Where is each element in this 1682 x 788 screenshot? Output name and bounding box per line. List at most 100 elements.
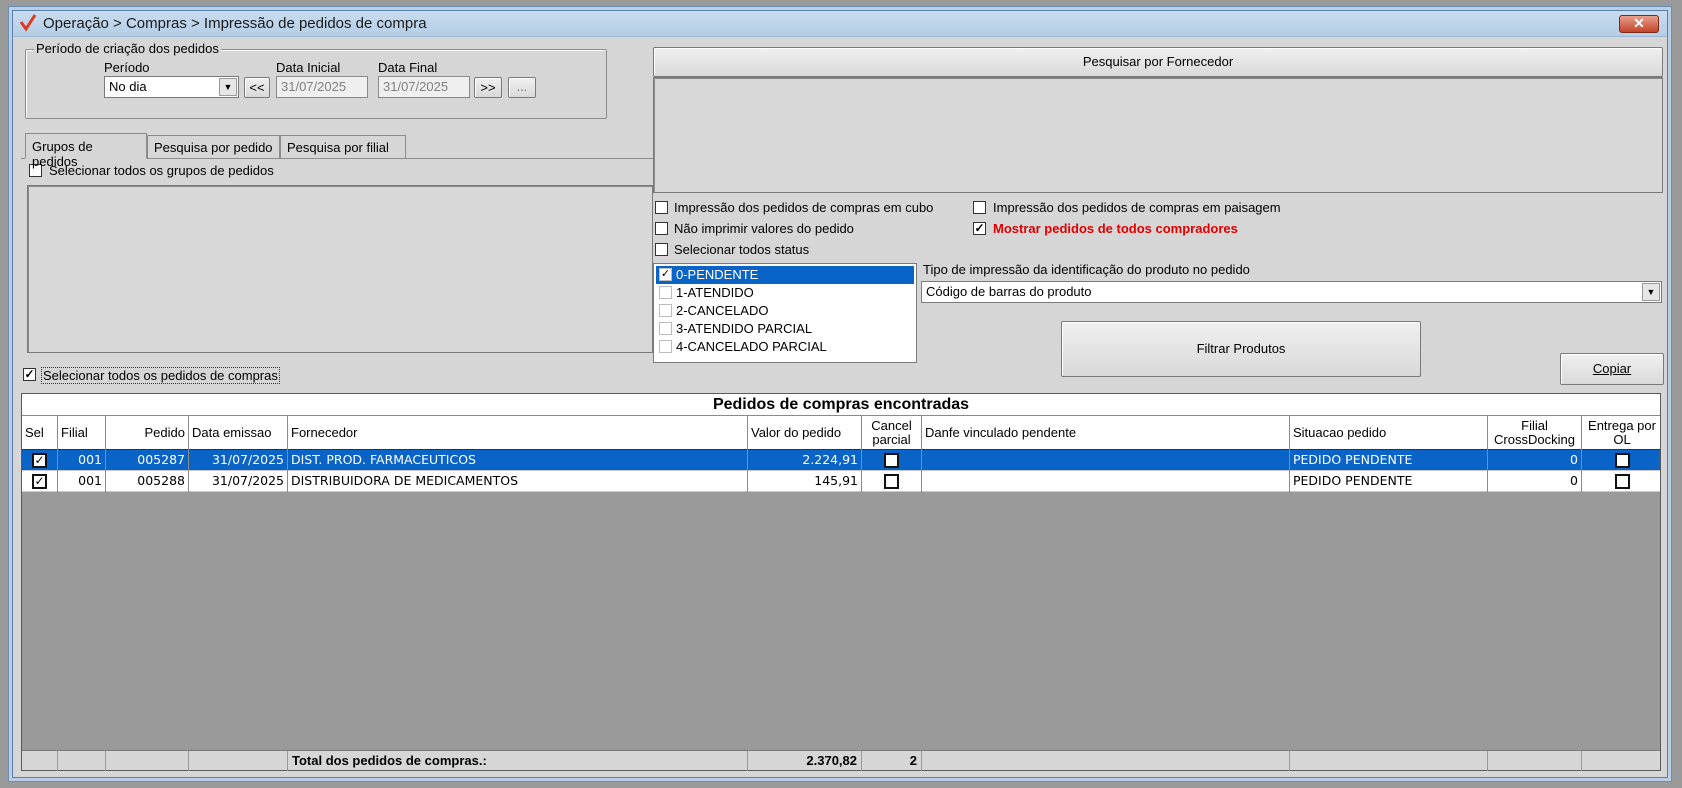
footer-cell bbox=[1488, 751, 1582, 771]
tipo-impressao-label: Tipo de impressão da identificação do pr… bbox=[923, 262, 1250, 277]
row-sel-cell[interactable]: ✓ bbox=[22, 450, 58, 471]
row-cancel-cell[interactable] bbox=[862, 471, 922, 492]
footer-cell bbox=[189, 751, 288, 771]
row-filial: 001 bbox=[58, 450, 106, 471]
status-checkbox[interactable] bbox=[659, 304, 672, 317]
row-valor: 145,91 bbox=[748, 471, 862, 492]
selecionar-status-checkbox[interactable] bbox=[655, 243, 668, 256]
footer-cell bbox=[1290, 751, 1488, 771]
row-danfe bbox=[922, 450, 1290, 471]
row-data: 31/07/2025 bbox=[189, 450, 288, 471]
mostrar-todos-checkbox[interactable]: ✓ bbox=[973, 222, 986, 235]
nao-imprimir-checkbox[interactable] bbox=[655, 222, 668, 235]
app-check-icon bbox=[19, 14, 37, 32]
row-situacao: PEDIDO PENDENTE bbox=[1290, 471, 1488, 492]
status-item-label: 3-ATENDIDO PARCIAL bbox=[676, 321, 813, 336]
row-data: 31/07/2025 bbox=[189, 471, 288, 492]
cubo-label: Impressão dos pedidos de compras em cubo bbox=[674, 200, 934, 215]
row-sel-cell[interactable]: ✓ bbox=[22, 471, 58, 492]
data-inicial-label: Data Inicial bbox=[276, 60, 341, 75]
tab-pesquisa-filial[interactable]: Pesquisa por filial bbox=[280, 135, 406, 159]
pedidos-grid[interactable]: Pedidos de compras encontradas Sel Filia… bbox=[21, 393, 1661, 771]
paisagem-checkbox[interactable] bbox=[973, 201, 986, 214]
col-header-cancel[interactable]: Cancel parcial bbox=[862, 416, 922, 450]
status-item[interactable]: ✓ 0-PENDENTE bbox=[656, 266, 914, 284]
paisagem-label: Impressão dos pedidos de compras em pais… bbox=[993, 200, 1281, 215]
copiar-button[interactable]: Copiar bbox=[1560, 353, 1664, 385]
row-cross: 0 bbox=[1488, 450, 1582, 471]
mostrar-todos-label: Mostrar pedidos de todos compradores bbox=[993, 221, 1238, 236]
select-all-pedidos-checkbox[interactable]: ✓ bbox=[23, 368, 36, 381]
tab-grupos-pedidos[interactable]: Grupos de pedidos bbox=[25, 133, 147, 169]
status-item-label: 2-CANCELADO bbox=[676, 303, 769, 318]
table-row[interactable]: ✓ 001 005288 31/07/2025 DISTRIBUIDORA DE… bbox=[22, 471, 1660, 492]
footer-cell bbox=[22, 751, 58, 771]
status-item-label: 1-ATENDIDO bbox=[676, 285, 754, 300]
row-danfe bbox=[922, 471, 1290, 492]
tipo-impressao-select[interactable]: Código de barras do produto ▼ bbox=[921, 281, 1662, 303]
fornecedor-list[interactable] bbox=[653, 77, 1663, 193]
status-checkbox[interactable] bbox=[659, 286, 672, 299]
next-period-button[interactable]: >> bbox=[474, 77, 502, 98]
row-entrega-checkbox[interactable] bbox=[1614, 474, 1630, 489]
select-all-grupos-label: Selecionar todos os grupos de pedidos bbox=[49, 163, 274, 178]
close-button[interactable]: ✕ bbox=[1619, 15, 1659, 33]
row-pedido: 005288 bbox=[106, 471, 189, 492]
col-header-situacao[interactable]: Situacao pedido bbox=[1290, 416, 1488, 450]
cubo-checkbox[interactable] bbox=[655, 201, 668, 214]
footer-cell bbox=[58, 751, 106, 771]
col-header-filial[interactable]: Filial bbox=[58, 416, 106, 450]
row-fornecedor: DIST. PROD. FARMACEUTICOS bbox=[288, 450, 748, 471]
status-item[interactable]: 4-CANCELADO PARCIAL bbox=[656, 338, 914, 356]
col-header-pedido[interactable]: Pedido bbox=[106, 416, 189, 450]
table-row[interactable]: ✓ 001 005287 31/07/2025 DIST. PROD. FARM… bbox=[22, 450, 1660, 471]
footer-total-label: Total dos pedidos de compras.: bbox=[288, 751, 748, 771]
grid-header: Sel Filial Pedido Data emissao Fornecedo… bbox=[22, 416, 1660, 450]
row-pedido: 005287 bbox=[106, 450, 189, 471]
status-item-label: 0-PENDENTE bbox=[676, 267, 759, 282]
data-final-label: Data Final bbox=[378, 60, 438, 75]
col-header-cross[interactable]: Filial CrossDocking bbox=[1488, 416, 1582, 450]
footer-cell bbox=[1582, 751, 1662, 771]
data-inicial-input[interactable]: 31/07/2025 bbox=[276, 76, 368, 98]
col-header-fornecedor[interactable]: Fornecedor bbox=[288, 416, 748, 450]
status-checkbox[interactable]: ✓ bbox=[659, 268, 672, 281]
footer-total-value: 2.370,82 bbox=[748, 751, 862, 771]
status-checkbox[interactable] bbox=[659, 322, 672, 335]
periodo-select[interactable]: No dia ▼ bbox=[104, 76, 239, 98]
row-fornecedor: DISTRIBUIDORA DE MEDICAMENTOS bbox=[288, 471, 748, 492]
row-entrega-cell[interactable] bbox=[1582, 450, 1662, 471]
tab-pesquisa-pedido[interactable]: Pesquisa por pedido bbox=[147, 135, 280, 159]
row-entrega-checkbox[interactable] bbox=[1614, 453, 1630, 468]
nao-imprimir-label: Não imprimir valores do pedido bbox=[674, 221, 854, 236]
col-header-valor[interactable]: Valor do pedido bbox=[748, 416, 862, 450]
status-list[interactable]: ✓ 0-PENDENTE 1-ATENDIDO 2-CANCELADO 3-AT… bbox=[653, 263, 917, 363]
tipo-impressao-value: Código de barras do produto bbox=[926, 284, 1092, 299]
row-sel-checkbox[interactable]: ✓ bbox=[32, 474, 47, 489]
status-item[interactable]: 2-CANCELADO bbox=[656, 302, 914, 320]
col-header-entrega[interactable]: Entrega por OL bbox=[1582, 416, 1662, 450]
row-sel-checkbox[interactable]: ✓ bbox=[32, 453, 47, 468]
status-checkbox[interactable] bbox=[659, 340, 672, 353]
row-entrega-cell[interactable] bbox=[1582, 471, 1662, 492]
row-cancel-cell[interactable] bbox=[862, 450, 922, 471]
filtrar-produtos-button[interactable]: Filtrar Produtos bbox=[1061, 321, 1421, 377]
col-header-data[interactable]: Data emissao bbox=[189, 416, 288, 450]
more-options-button[interactable]: ... bbox=[508, 77, 536, 98]
chevron-down-icon[interactable]: ▼ bbox=[219, 78, 237, 96]
selecionar-status-label: Selecionar todos status bbox=[674, 242, 810, 257]
title-bar: Operação > Compras > Impressão de pedido… bbox=[13, 11, 1667, 37]
col-header-danfe[interactable]: Danfe vinculado pendente bbox=[922, 416, 1290, 450]
pesquisar-fornecedor-button[interactable]: Pesquisar por Fornecedor bbox=[653, 47, 1663, 77]
status-item[interactable]: 3-ATENDIDO PARCIAL bbox=[656, 320, 914, 338]
periodo-select-value: No dia bbox=[109, 79, 147, 94]
status-item[interactable]: 1-ATENDIDO bbox=[656, 284, 914, 302]
prev-period-button[interactable]: << bbox=[244, 77, 270, 98]
grid-caption: Pedidos de compras encontradas bbox=[22, 394, 1660, 416]
data-final-input[interactable]: 31/07/2025 bbox=[378, 76, 470, 98]
chevron-down-icon[interactable]: ▼ bbox=[1642, 283, 1660, 301]
grupos-list[interactable] bbox=[27, 185, 653, 353]
col-header-sel[interactable]: Sel bbox=[22, 416, 58, 450]
row-cancel-checkbox[interactable] bbox=[884, 474, 899, 489]
row-cancel-checkbox[interactable] bbox=[884, 453, 899, 468]
